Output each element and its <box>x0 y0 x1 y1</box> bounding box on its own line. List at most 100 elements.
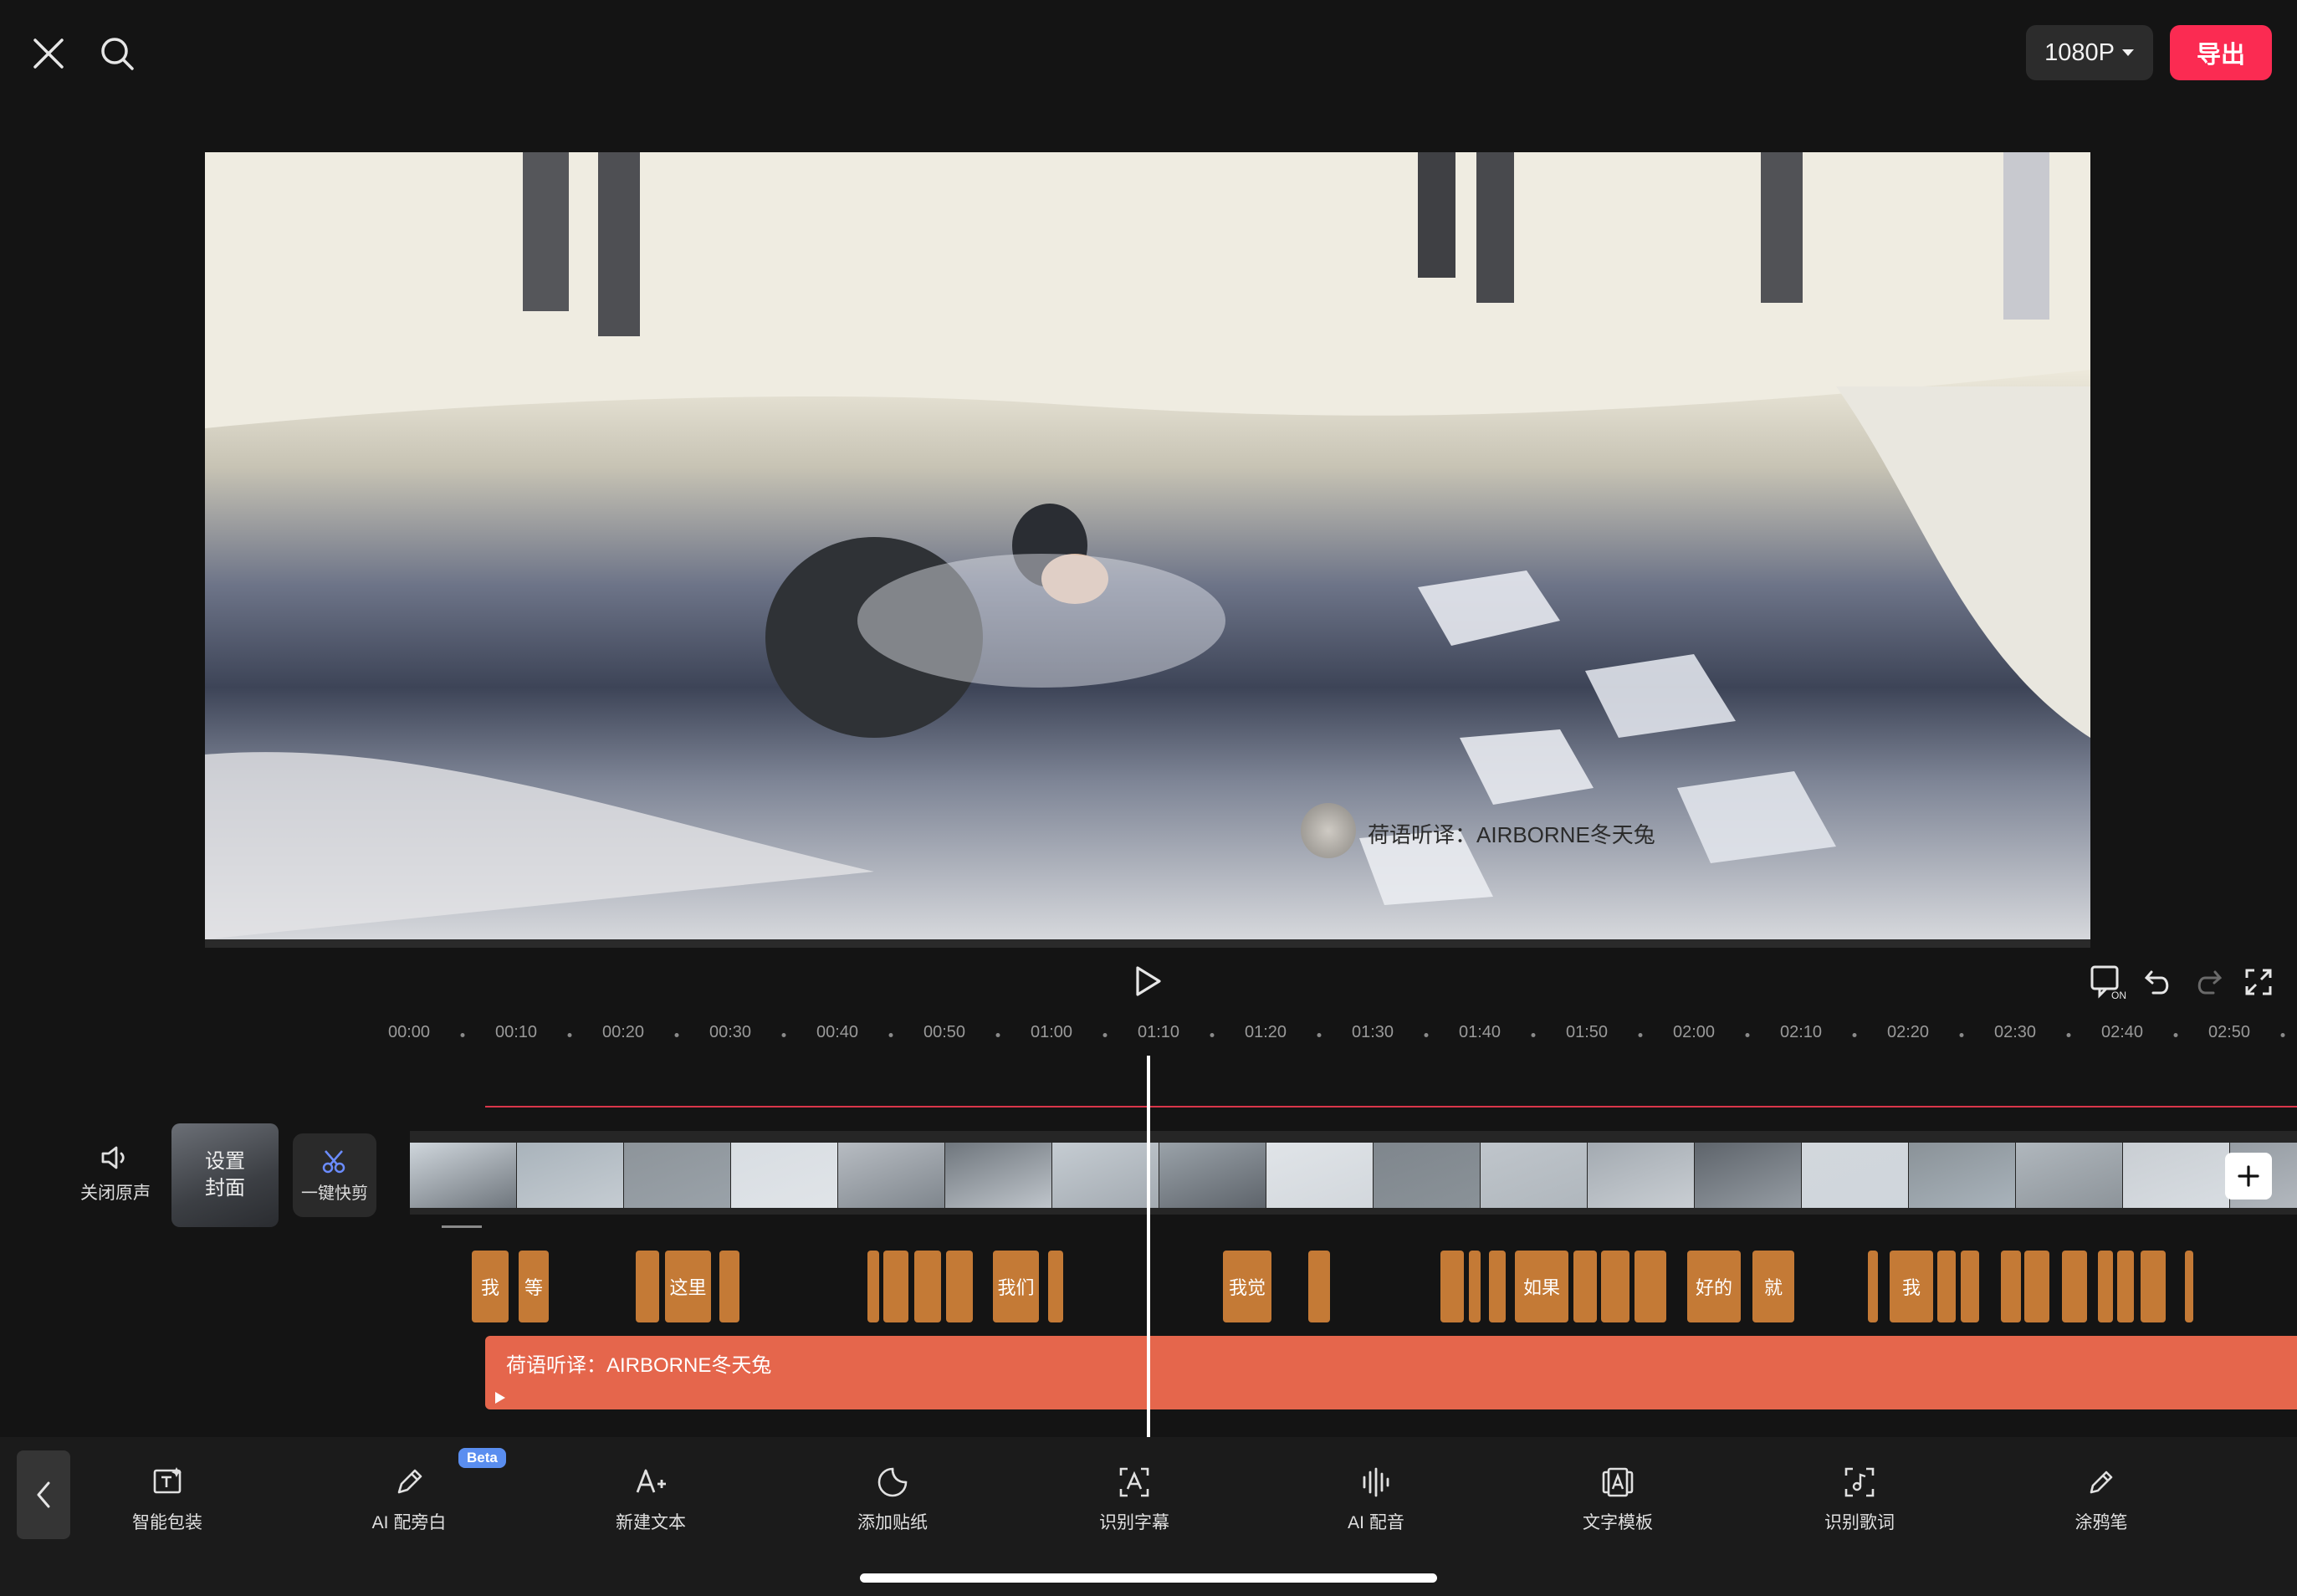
subtitle-clip[interactable]: 我们 <box>993 1251 1039 1322</box>
plus-icon <box>2238 1165 2259 1187</box>
caption-on-icon[interactable]: ON <box>2086 959 2133 1005</box>
ruler-tick-label: 01:20 <box>1244 1023 1287 1041</box>
subtitle-clip[interactable]: 我觉 <box>1223 1251 1271 1322</box>
ai-narration-icon <box>397 1469 422 1494</box>
subtitle-clip[interactable] <box>2185 1251 2193 1322</box>
subtitle-clip[interactable] <box>1868 1251 1878 1322</box>
subtitle-clip[interactable]: 这里 <box>665 1251 711 1322</box>
subtitle-clip[interactable] <box>1573 1251 1597 1322</box>
toolbar-item-label: 识别歌词 <box>1824 1513 1895 1532</box>
redo-icon[interactable] <box>2185 959 2232 1005</box>
subtitle-clip[interactable] <box>2062 1251 2087 1322</box>
track-scroll-indicator <box>442 1225 482 1228</box>
toolbar-item[interactable]: 识别字幕 <box>1063 1466 1205 1534</box>
back-button[interactable] <box>17 1450 70 1539</box>
subtitle-clip[interactable]: 我 <box>472 1251 509 1322</box>
subtitle-clip[interactable] <box>867 1251 879 1322</box>
clip-frame <box>2016 1143 2122 1208</box>
toolbar-item[interactable]: 文字模板 <box>1547 1466 1689 1534</box>
text-track-play-marker <box>495 1392 505 1404</box>
ruler-tick-dot <box>1959 1033 1964 1037</box>
subtitle-clip[interactable]: 好的 <box>1687 1251 1741 1322</box>
toolbar-item[interactable]: 新建文本 <box>580 1466 722 1534</box>
toolbar-item[interactable]: AI 配音 <box>1305 1466 1447 1534</box>
resolution-dropdown[interactable]: 1080P <box>2026 25 2153 80</box>
ruler-tick-dot <box>1852 1033 1857 1037</box>
clip-frame <box>838 1143 944 1208</box>
subtitle-clip[interactable] <box>719 1251 739 1322</box>
subtitle-clip[interactable] <box>636 1251 659 1322</box>
subtitle-clip[interactable]: 如果 <box>1515 1251 1568 1322</box>
video-watermark: 荷语听译：AIRBORNE冬天兔 <box>1368 822 1655 847</box>
ruler-tick-label: 01:10 <box>1137 1023 1180 1041</box>
undo-icon[interactable] <box>2135 959 2182 1005</box>
ruler-tick-dot <box>995 1033 1000 1037</box>
ruler-tick-dot <box>888 1033 893 1037</box>
subtitle-clip[interactable] <box>1937 1251 1956 1322</box>
subtitle-clip[interactable] <box>946 1251 973 1322</box>
subtitle-clip[interactable] <box>2117 1251 2134 1322</box>
text-track-label: 荷语听译：AIRBORNE冬天兔 <box>506 1354 772 1377</box>
subtitle-clip[interactable]: 我 <box>1890 1251 1933 1322</box>
export-button[interactable]: 导出 <box>2170 25 2272 80</box>
subtitle-clip[interactable] <box>2141 1251 2166 1322</box>
quick-cut-button[interactable]: 一键快剪 <box>293 1133 376 1217</box>
playhead[interactable] <box>1147 1056 1150 1437</box>
toolbar-item[interactable]: 涂鸦笔 <box>2030 1466 2172 1534</box>
add-clip-button[interactable] <box>2225 1153 2272 1200</box>
toolbar-item[interactable]: 添加贴纸 <box>821 1466 964 1534</box>
subtitle-clip[interactable] <box>914 1251 941 1322</box>
toolbar-item-label: AI 配音 <box>1348 1513 1404 1532</box>
ruler-tick-dot <box>1424 1033 1429 1037</box>
toolbar-item[interactable]: 智能包装 <box>96 1466 238 1534</box>
toolbar-item[interactable]: AI 配旁白 <box>338 1466 480 1534</box>
subtitle-clip[interactable]: 等 <box>519 1251 549 1322</box>
subtitle-clip[interactable] <box>2001 1251 2021 1322</box>
ruler-tick-label: 00:50 <box>923 1023 966 1041</box>
subtitle-clip[interactable] <box>2024 1251 2049 1322</box>
subtitle-clip[interactable]: 就 <box>1752 1251 1794 1322</box>
subtitle-clip[interactable] <box>1635 1251 1666 1322</box>
chevron-left-icon <box>37 1481 50 1508</box>
ruler-tick-dot <box>2173 1033 2178 1037</box>
ruler-tick-dot <box>1638 1033 1643 1037</box>
quick-cut-label: 一键快剪 <box>301 1184 368 1203</box>
caret-down-icon <box>2121 49 2134 56</box>
fullscreen-icon[interactable] <box>2235 959 2282 1005</box>
ruler-tick-dot <box>2280 1033 2285 1037</box>
subtitle-clip[interactable] <box>1489 1251 1506 1322</box>
subtitle-clip[interactable] <box>883 1251 908 1322</box>
toolbar-item-label: 识别字幕 <box>1099 1513 1169 1532</box>
clip-frame <box>1266 1143 1373 1208</box>
clip-frame <box>1481 1143 1587 1208</box>
subtitle-clip[interactable] <box>2098 1251 2113 1322</box>
clip-frame <box>1588 1143 1694 1208</box>
svg-text:ON: ON <box>2111 990 2126 1000</box>
ruler-tick-label: 02:20 <box>1886 1023 1930 1041</box>
ruler-tick-label: 01:00 <box>1030 1023 1073 1041</box>
ruler-tick-dot <box>674 1033 679 1037</box>
toolbar-item[interactable]: 识别歌词 <box>1788 1466 1931 1534</box>
ruler-tick-label: 01:30 <box>1351 1023 1394 1041</box>
subtitle-clip[interactable] <box>1308 1251 1330 1322</box>
subtitle-clip[interactable] <box>1601 1251 1629 1322</box>
play-icon[interactable] <box>1125 958 1172 1005</box>
video-preview[interactable] <box>205 152 2090 939</box>
clip-frame <box>945 1143 1051 1208</box>
set-cover-button[interactable]: 设置 封面 <box>171 1123 279 1227</box>
close-icon[interactable] <box>23 28 74 79</box>
ruler-tick-label: 02:50 <box>2207 1023 2251 1041</box>
video-progress-bar <box>205 939 2090 948</box>
subtitle-clip[interactable] <box>1048 1251 1063 1322</box>
subtitle-clip[interactable] <box>1469 1251 1481 1322</box>
search-icon[interactable] <box>92 28 142 79</box>
ruler-tick-dot <box>1210 1033 1215 1037</box>
mute-original-button[interactable]: 关闭原声 <box>80 1144 151 1205</box>
subtitle-clip[interactable] <box>1961 1251 1979 1322</box>
ruler-tick-label: 01:50 <box>1565 1023 1609 1041</box>
ruler-tick-dot <box>567 1033 572 1037</box>
subtitle-clip[interactable] <box>1440 1251 1464 1322</box>
recognize-lyrics-icon <box>1844 1467 1875 1497</box>
toolbar-item-label: 新建文本 <box>616 1513 686 1532</box>
ruler-tick-label: 00:20 <box>601 1023 645 1041</box>
